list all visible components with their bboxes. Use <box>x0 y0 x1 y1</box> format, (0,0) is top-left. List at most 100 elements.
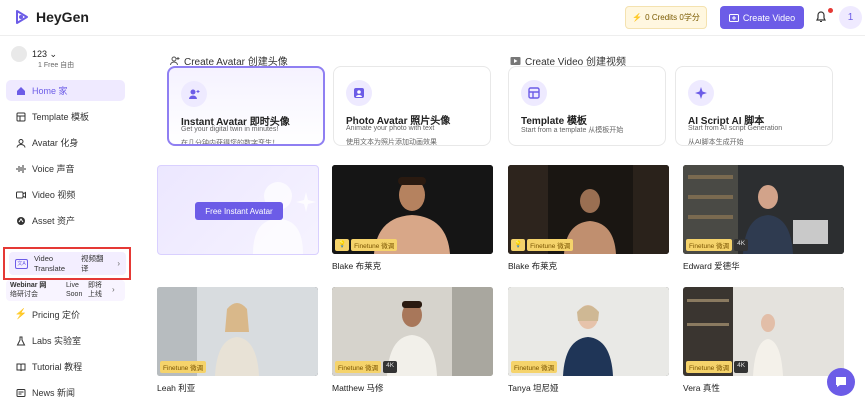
webinar-line2: 络研讨会 <box>10 291 38 298</box>
sidebar-item-news[interactable]: News 新闻 <box>6 382 125 403</box>
credits-badge[interactable]: ⚡ 0 Credits 0学分 <box>625 6 707 29</box>
video-translate-label: Video Translate <box>34 254 65 274</box>
card-instant-avatar[interactable]: Instant Avatar 即时头像 Get your digital twi… <box>167 66 325 146</box>
chevron-right-icon: › <box>117 259 120 268</box>
card-subtitle: Animate your photo with text <box>346 125 435 132</box>
news-icon <box>16 388 26 398</box>
webinar-status-cn-line1: 即将 <box>88 282 102 289</box>
heygen-logo[interactable]: HeyGen <box>14 9 89 25</box>
bell-icon[interactable] <box>815 10 827 23</box>
video-translate-cn-line1: 视频翻 <box>81 253 104 263</box>
4k-badge: 4K <box>734 239 749 251</box>
voice-icon <box>16 164 26 174</box>
video-translate-highlight: 文A Video Translate 视频翻 译 › <box>3 247 131 280</box>
sidebar-item-label: Video 视频 <box>32 190 76 200</box>
create-video-button[interactable]: Create Video <box>720 6 804 29</box>
webinar-status-line2: Soon <box>66 291 83 298</box>
sidebar-item-tutorial[interactable]: Tutorial 教程 <box>6 356 125 377</box>
create-video-label: Create Video <box>742 12 796 23</box>
pricing-icon: ⚡ <box>14 309 28 320</box>
main-content: Create Avatar 创建头像 Create Video 创建视频 Ins… <box>140 36 865 411</box>
free-instant-avatar-tile[interactable]: Free Instant Avatar <box>157 165 319 255</box>
avatar-name: Leah 利亚 <box>157 383 196 393</box>
video-plus-icon <box>728 13 739 22</box>
sidebar-item-home[interactable]: Home 家 <box>6 80 125 101</box>
chat-icon <box>836 377 846 387</box>
card-ai-script[interactable]: AI Script AI 脚本 Start from AI script Gen… <box>675 66 833 146</box>
video-translate-line1: Video <box>34 253 54 263</box>
video-icon <box>510 56 521 65</box>
sparkle-icon <box>296 192 316 212</box>
app-name: HeyGen <box>36 9 89 25</box>
webinar-line1: Webinar 网 <box>10 282 47 289</box>
finetune-badge: Finetune 微调 <box>160 361 207 373</box>
sidebar-item-label: Avatar 化身 <box>32 138 79 148</box>
sidebar-item-label: Tutorial 教程 <box>32 362 83 372</box>
sidebar-item-label: Template 模板 <box>32 112 90 122</box>
notification-dot <box>828 8 833 13</box>
user-name: 123 ⌄ <box>32 48 58 59</box>
card-subtitle-cn: 从AI脚本生成开始 <box>688 139 744 146</box>
sidebar: 123 ⌄ 1 Free 自由 Home 家 Template 模板 Avata… <box>0 36 140 411</box>
webinar-status-line1: Live <box>66 282 79 289</box>
user-plus-icon <box>170 56 180 65</box>
sidebar-item-video[interactable]: Video 视频 <box>6 184 125 205</box>
avatar-tile-vera[interactable]: Finetune 微调 4K <box>683 287 844 376</box>
avatar-name: Tanya 坦尼娅 <box>508 383 559 393</box>
avatar-tile-matthew[interactable]: Finetune 微调 4K <box>332 287 493 376</box>
avatar-tile-tanya[interactable]: Finetune 微调 <box>508 287 669 376</box>
finetune-badge: Finetune 微调 <box>511 361 558 373</box>
avatar-name: Edward 爱德华 <box>683 261 740 271</box>
chevron-right-icon: › <box>112 285 115 294</box>
credits-text: 0 Credits 0学分 <box>645 13 700 22</box>
card-photo-avatar[interactable]: Photo Avatar 照片头像 Animate your photo wit… <box>333 66 491 146</box>
chat-support-button[interactable] <box>827 368 855 396</box>
user-avatar-small <box>11 46 27 62</box>
bolt-icon: ⚡ <box>632 13 643 22</box>
video-translate-cn-line2: 译 <box>81 263 89 273</box>
template-icon <box>521 80 547 106</box>
finetune-badge: Finetune 微调 <box>351 239 398 251</box>
4k-badge: 4K <box>734 361 749 373</box>
sidebar-item-video-translate[interactable]: 文A Video Translate 视频翻 译 › <box>9 252 126 275</box>
avatar-name: Blake 布莱克 <box>508 261 558 271</box>
avatar-icon <box>16 138 26 148</box>
sidebar-item-pricing[interactable]: ⚡ Pricing 定价 <box>6 304 125 325</box>
finetune-badge: Finetune 微调 <box>527 239 574 251</box>
heygen-logo-icon <box>16 10 28 24</box>
tutorial-icon <box>16 362 26 372</box>
finetune-badge: Finetune 微调 <box>686 239 733 251</box>
photo-avatar-icon <box>346 80 372 106</box>
template-icon <box>16 112 26 122</box>
sidebar-item-labs[interactable]: Labs 实验室 <box>6 330 125 351</box>
avatar-tile-leah[interactable]: Finetune 微调 <box>157 287 318 376</box>
sidebar-item-template[interactable]: Template 模板 <box>6 106 125 127</box>
card-template[interactable]: Template 模板 Start from a template 从模板开始 <box>508 66 666 146</box>
video-translate-label-cn: 视频翻 译 <box>81 254 104 274</box>
sidebar-item-avatar[interactable]: Avatar 化身 <box>6 132 125 153</box>
avatar-name: Blake 布莱克 <box>332 261 382 271</box>
top-bar: HeyGen ⚡ 0 Credits 0学分 Create Video 1 <box>0 0 865 36</box>
video-translate-line2: Translate <box>34 263 65 273</box>
avatar-tile-blake-2[interactable]: 💡 Finetune 微调 <box>508 165 669 254</box>
sidebar-item-label: Labs 实验室 <box>32 336 82 346</box>
card-subtitle-cn: 在几分钟内获得您的数字孪生！ <box>181 140 279 146</box>
sidebar-item-voice[interactable]: Voice 声音 <box>6 158 125 179</box>
free-instant-avatar-button[interactable]: Free Instant Avatar <box>195 202 283 220</box>
sidebar-item-label: News 新闻 <box>32 388 76 398</box>
lightbulb-icon: 💡 <box>511 239 526 251</box>
card-subtitle: Start from AI script Generation <box>688 125 783 132</box>
sidebar-item-label: Pricing 定价 <box>32 310 81 320</box>
translate-icon: 文A <box>15 258 28 269</box>
sidebar-item-webinar[interactable]: Webinar 网 络研讨会 Live Soon 即将 上线 › <box>6 280 125 301</box>
sidebar-item-label: Voice 声音 <box>32 164 75 174</box>
sidebar-item-label: Asset 资产 <box>32 216 76 226</box>
sidebar-item-asset[interactable]: Asset 资产 <box>6 210 125 231</box>
card-subtitle-cn: 使用文本为照片添加动画效果 <box>346 139 437 146</box>
asset-icon <box>16 216 26 226</box>
avatar-name: Vera 真性 <box>683 383 720 393</box>
user-avatar[interactable]: 1 <box>839 6 862 29</box>
webinar-status: Live Soon <box>66 281 82 299</box>
avatar-tile-edward[interactable]: Finetune 微调 4K <box>683 165 844 254</box>
avatar-tile-blake-1[interactable]: 💡 Finetune 微调 <box>332 165 493 254</box>
